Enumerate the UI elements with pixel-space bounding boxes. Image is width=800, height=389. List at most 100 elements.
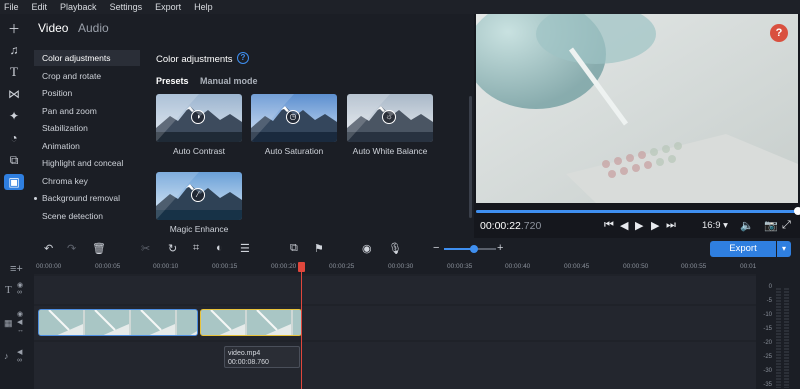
magic-icon[interactable]: ✦: [4, 108, 24, 124]
lock-icon[interactable]: ↔: [17, 327, 24, 334]
cut-icon[interactable]: ✂: [141, 242, 150, 255]
mute-icon[interactable]: ◀: [17, 348, 22, 356]
zoom-in-icon[interactable]: +: [497, 242, 503, 254]
meter-bar-right: [784, 288, 789, 388]
tab-presets[interactable]: Presets: [156, 76, 189, 86]
category-highlight-and-conceal[interactable]: Highlight and conceal: [34, 155, 140, 171]
menu-playback[interactable]: Playback: [60, 2, 97, 12]
tab-video[interactable]: Video: [38, 21, 68, 35]
frame-forward-icon[interactable]: ▶: [651, 219, 659, 232]
category-crop-and-rotate[interactable]: Crop and rotate: [34, 68, 140, 84]
skip-back-icon[interactable]: ⏮: [604, 219, 614, 232]
timeline-ruler[interactable]: 00:00:00 00:00:05 00:00:10 00:00:15 00:0…: [34, 260, 765, 274]
add-track-icon[interactable]: ≡+: [10, 263, 23, 275]
category-pan-and-zoom[interactable]: Pan and zoom: [34, 103, 140, 119]
volume-icon[interactable]: 🔈: [740, 219, 754, 232]
presets-scrollbar[interactable]: [469, 96, 472, 218]
play-icon[interactable]: ▶: [635, 219, 643, 232]
webcam-icon[interactable]: ◉: [362, 242, 372, 255]
color-icon[interactable]: ◐: [216, 242, 223, 254]
preset-label: Magic Enhance: [169, 224, 229, 234]
crop-icon[interactable]: ⌗: [193, 242, 199, 255]
audio-track[interactable]: [34, 342, 756, 389]
music-note-icon[interactable]: ♫: [4, 42, 24, 58]
frame-back-icon[interactable]: ◀: [620, 219, 628, 232]
transitions-icon[interactable]: ⋈: [4, 86, 24, 102]
help-icon[interactable]: ?: [237, 52, 249, 64]
video-clip-selected[interactable]: [200, 309, 302, 336]
preset-magic-enhance[interactable]: ⁄ Magic Enhance: [156, 172, 242, 234]
tab-audio[interactable]: Audio: [78, 21, 109, 35]
video-preview[interactable]: [476, 14, 798, 203]
export-dropdown-icon[interactable]: ▾: [777, 241, 791, 257]
zoom-knob[interactable]: [470, 245, 479, 253]
category-chroma-key[interactable]: Chroma key: [34, 173, 140, 189]
menu-settings[interactable]: Settings: [110, 2, 143, 12]
preset-auto-white-balance[interactable]: ☼ Auto White Balance: [347, 94, 433, 156]
text-track-icon: T: [5, 284, 12, 296]
link-icon[interactable]: ∞: [17, 357, 22, 364]
category-position[interactable]: Position: [34, 85, 140, 101]
meter-label: -10: [763, 312, 772, 318]
visibility-icon[interactable]: ◉: [17, 310, 23, 318]
mute-icon[interactable]: ◀: [17, 318, 22, 326]
magic-wand-icon: ⁄: [191, 188, 205, 202]
category-color-adjustments[interactable]: Color adjustments: [34, 50, 140, 66]
preset-auto-contrast[interactable]: ◑ Auto Contrast: [156, 94, 242, 156]
video-clip[interactable]: [38, 309, 198, 336]
text-icon[interactable]: T: [4, 64, 24, 80]
zoom-slider[interactable]: [444, 245, 496, 253]
text-track[interactable]: [34, 276, 756, 304]
meter-label: -20: [763, 340, 772, 346]
time-ms: .720: [520, 220, 542, 232]
meter-label: -35: [763, 382, 772, 388]
video-track-icon: ▦: [4, 318, 13, 328]
delete-icon[interactable]: 🗑: [92, 242, 106, 255]
zoom-out-icon[interactable]: −: [433, 242, 439, 254]
progress-knob[interactable]: [794, 207, 800, 215]
more-tools-icon[interactable]: ▣: [4, 174, 24, 190]
microphone-icon[interactable]: 🎙: [388, 242, 402, 255]
aspect-ratio-select[interactable]: 16:9 ▾: [702, 220, 728, 231]
layers-icon[interactable]: ⧉: [4, 152, 24, 168]
menu-export[interactable]: Export: [155, 2, 181, 12]
ruler-tick: 00:00:30: [388, 263, 414, 270]
export-button[interactable]: Export: [710, 241, 776, 257]
redo-icon[interactable]: ↷: [67, 242, 76, 255]
category-scene-detection[interactable]: Scene detection: [34, 208, 140, 224]
category-list: Color adjustments Crop and rotate Positi…: [28, 42, 171, 238]
menu-file[interactable]: File: [4, 2, 19, 12]
snapshot-icon[interactable]: 📷: [764, 219, 778, 232]
category-background-removal[interactable]: Background removal: [34, 190, 140, 206]
undo-icon[interactable]: ↶: [44, 242, 53, 255]
meter-label: -15: [763, 326, 772, 332]
fullscreen-icon[interactable]: ⤢: [782, 219, 791, 232]
skip-forward-icon[interactable]: ⏭: [666, 219, 676, 232]
ruler-tick: 00:00:25: [329, 263, 355, 270]
help-button[interactable]: ?: [770, 24, 788, 42]
saturation-icon: ◷: [286, 110, 300, 124]
menu-edit[interactable]: Edit: [32, 2, 48, 12]
marker-icon[interactable]: ⚑: [314, 242, 324, 255]
preset-label: Auto Contrast: [173, 146, 225, 156]
overlay-icon[interactable]: ⧉: [290, 242, 298, 255]
playhead[interactable]: [301, 263, 302, 389]
playback-progress[interactable]: [476, 207, 800, 215]
meter-bar-left: [776, 288, 781, 388]
link-icon[interactable]: ∞: [17, 289, 22, 296]
tab-manual-mode[interactable]: Manual mode: [200, 76, 258, 86]
ruler-tick: 00:00:10: [153, 263, 179, 270]
stickers-icon[interactable]: ◔: [4, 130, 24, 146]
plus-icon[interactable]: ＋: [4, 20, 24, 36]
ruler-tick: 00:00:05: [95, 263, 121, 270]
visibility-icon[interactable]: ◉: [17, 281, 23, 289]
properties-icon[interactable]: ☰: [240, 242, 250, 255]
playhead-handle[interactable]: [298, 262, 305, 272]
preset-auto-saturation[interactable]: ◷ Auto Saturation: [251, 94, 337, 156]
category-animation[interactable]: Animation: [34, 138, 140, 154]
menu-help[interactable]: Help: [194, 2, 213, 12]
preset-label: Auto White Balance: [352, 146, 428, 156]
category-stabilization[interactable]: Stabilization: [34, 120, 140, 136]
meter-label: -30: [763, 368, 772, 374]
rotate-icon[interactable]: ↻: [168, 242, 177, 255]
